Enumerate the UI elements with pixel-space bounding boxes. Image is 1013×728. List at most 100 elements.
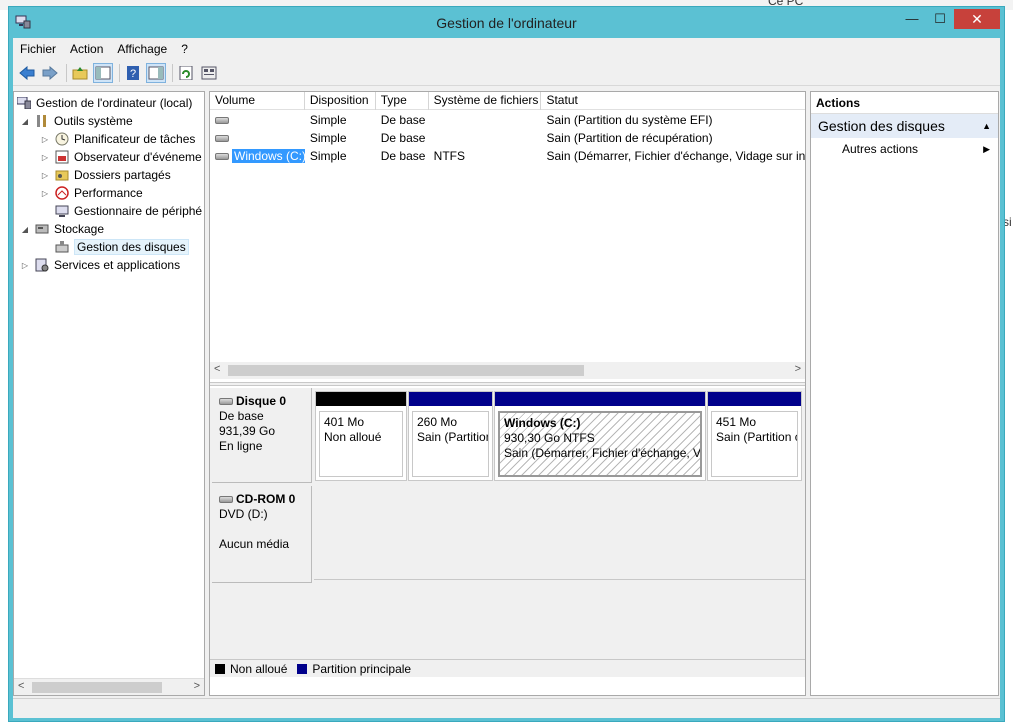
collapse-triangle-icon[interactable]: ▲ — [982, 114, 991, 138]
column-header-filesystem[interactable]: Système de fichiers — [429, 92, 542, 110]
scrollbar-thumb[interactable] — [228, 365, 584, 376]
partition-recovery[interactable]: 451 Mo Sain (Partition c — [707, 391, 802, 481]
scroll-left-icon[interactable]: < — [214, 363, 220, 375]
minimize-button[interactable]: — — [899, 9, 925, 29]
disk-0-label[interactable]: Disque 0 De base 931,39 Go En ligne — [212, 388, 312, 483]
tree-item-disk-management[interactable]: Gestion des disques — [54, 238, 189, 256]
pane-splitter[interactable] — [210, 382, 805, 386]
partition-efi[interactable]: 260 Mo Sain (Partition — [408, 391, 493, 481]
action-more-actions[interactable]: Autres actions ▶ — [811, 138, 998, 160]
tree-item-task-scheduler[interactable]: ▷ Planificateur de tâches — [40, 130, 195, 148]
tree-item-label: Stockage — [54, 222, 105, 236]
tree-item-services-applications[interactable]: ▷ Services et applications — [20, 256, 180, 274]
partition-body: 401 Mo Non alloué — [319, 411, 403, 477]
cdrom-label[interactable]: CD-ROM 0 DVD (D:) Aucun média — [212, 486, 312, 583]
actions-group-label: Gestion des disques — [818, 118, 945, 134]
tree-item-storage[interactable]: ◢ Stockage — [20, 220, 104, 238]
tree-item-system-tools[interactable]: ◢ Outils système — [20, 112, 133, 130]
filesystem-cell: NTFS — [433, 149, 465, 163]
window-client-area: Fichier Action Affichage ? ? Gestion de … — [13, 38, 1000, 718]
shared-folder-icon — [54, 167, 70, 183]
title-bar[interactable]: Gestion de l'ordinateur — ☐ ✕ — [9, 7, 1004, 38]
actions-group-disk-management[interactable]: Gestion des disques ▲ — [811, 114, 998, 138]
legend: Non alloué Partition principale — [210, 659, 805, 677]
cdrom-media: Aucun média — [219, 537, 290, 551]
cdrom-icon — [219, 496, 233, 504]
computer-icon — [16, 95, 32, 111]
tree-item-computer-management[interactable]: Gestion de l'ordinateur (local) — [16, 94, 192, 112]
scroll-right-icon[interactable]: > — [795, 363, 801, 375]
type-cell: De base — [380, 149, 426, 163]
services-icon — [34, 257, 50, 273]
menu-action[interactable]: Action — [63, 42, 110, 56]
partition-size: 451 Mo — [716, 415, 757, 429]
back-arrow-icon[interactable] — [17, 63, 37, 83]
column-header-type[interactable]: Type — [376, 92, 429, 110]
menu-affichage[interactable]: Affichage — [110, 42, 174, 56]
layout-cell: Simple — [309, 131, 347, 145]
collapsed-arrow-icon[interactable]: ▷ — [20, 261, 30, 270]
partition-windows-c[interactable]: Windows (C:) 930,30 Go NTFS Sain (Démarr… — [494, 391, 706, 481]
disk-management-icon — [54, 239, 70, 255]
toolbar-separator — [66, 63, 67, 82]
legend-label: Non alloué — [230, 661, 288, 676]
cdrom-drive: DVD (D:) — [219, 507, 268, 521]
close-button[interactable]: ✕ — [954, 9, 1000, 29]
collapsed-arrow-icon[interactable]: ▷ — [40, 189, 50, 198]
cdrom-row: CD-ROM 0 DVD (D:) Aucun média — [210, 483, 805, 583]
expanded-arrow-icon[interactable]: ◢ — [20, 225, 30, 234]
tree-item-event-viewer[interactable]: ▷ Observateur d'événeme — [40, 148, 202, 166]
collapsed-arrow-icon[interactable]: ▷ — [40, 171, 50, 180]
partition-bar — [708, 392, 801, 406]
tree-item-label: Gestion des disques — [74, 239, 189, 255]
filesystem-cell — [429, 111, 542, 129]
partition-unallocated[interactable]: 401 Mo Non alloué — [315, 391, 407, 481]
show-console-tree-icon[interactable] — [93, 62, 113, 83]
console-tree: Gestion de l'ordinateur (local) ◢ Outils… — [13, 91, 205, 696]
up-folder-icon[interactable] — [70, 63, 90, 83]
collapsed-arrow-icon[interactable]: ▷ — [40, 153, 50, 162]
tree-item-shared-folders[interactable]: ▷ Dossiers partagés — [40, 166, 171, 184]
status-bar — [13, 698, 1000, 718]
device-manager-icon — [54, 203, 70, 219]
collapsed-arrow-icon[interactable]: ▷ — [40, 135, 50, 144]
tree-item-performance[interactable]: ▷ Performance — [40, 184, 143, 202]
maximize-button[interactable]: ☐ — [927, 9, 953, 29]
show-action-pane-icon[interactable] — [146, 62, 166, 83]
table-row[interactable]: Windows (C:) Simple De base NTFS Sain (D… — [210, 147, 805, 165]
table-row[interactable]: Simple De base Sain (Partition du systèm… — [210, 111, 805, 129]
partition-size: 260 Mo — [417, 415, 458, 429]
volume-list-horizontal-scrollbar[interactable]: < > — [210, 362, 805, 379]
disk-state: En ligne — [219, 439, 263, 453]
properties-icon[interactable] — [199, 63, 219, 83]
scroll-left-icon[interactable]: < — [18, 680, 24, 692]
partition-size: 930,30 Go NTFS — [504, 431, 595, 445]
scroll-right-icon[interactable]: > — [194, 680, 200, 692]
status-cell: Sain (Démarrer, Fichier d'échange, Vidag… — [546, 149, 806, 163]
column-header-volume[interactable]: Volume — [210, 92, 305, 110]
partition-bar — [409, 392, 492, 406]
graphical-disk-view: Disque 0 De base 931,39 Go En ligne 401 … — [210, 388, 805, 677]
column-header-layout[interactable]: Disposition — [305, 92, 376, 110]
table-row[interactable]: Simple De base Sain (Partition de récupé… — [210, 129, 805, 147]
menu-help[interactable]: ? — [174, 42, 195, 56]
disk-management-pane: Volume Disposition Type Système de fichi… — [209, 91, 806, 696]
tree-item-device-manager[interactable]: Gestionnaire de périphé — [54, 202, 202, 220]
volume-list-header: Volume Disposition Type Système de fichi… — [210, 92, 805, 110]
forward-arrow-icon[interactable] — [40, 63, 60, 83]
menu-fichier[interactable]: Fichier — [13, 42, 63, 56]
storage-icon — [34, 221, 50, 237]
tree-item-label: Performance — [74, 186, 143, 200]
help-icon[interactable]: ? — [123, 63, 143, 83]
scrollbar-thumb[interactable] — [32, 682, 162, 693]
tree-item-label: Gestion de l'ordinateur (local) — [36, 96, 193, 110]
drive-icon — [215, 135, 229, 143]
expanded-arrow-icon[interactable]: ◢ — [20, 117, 30, 126]
refresh-icon[interactable] — [176, 63, 196, 83]
toolbar-separator — [119, 63, 120, 82]
tree-item-label: Dossiers partagés — [74, 168, 171, 182]
cdrom-name: CD-ROM 0 — [236, 492, 296, 506]
type-cell: De base — [380, 113, 426, 127]
column-header-status[interactable]: Statut — [541, 92, 805, 110]
tree-horizontal-scrollbar[interactable]: < > — [14, 678, 204, 695]
